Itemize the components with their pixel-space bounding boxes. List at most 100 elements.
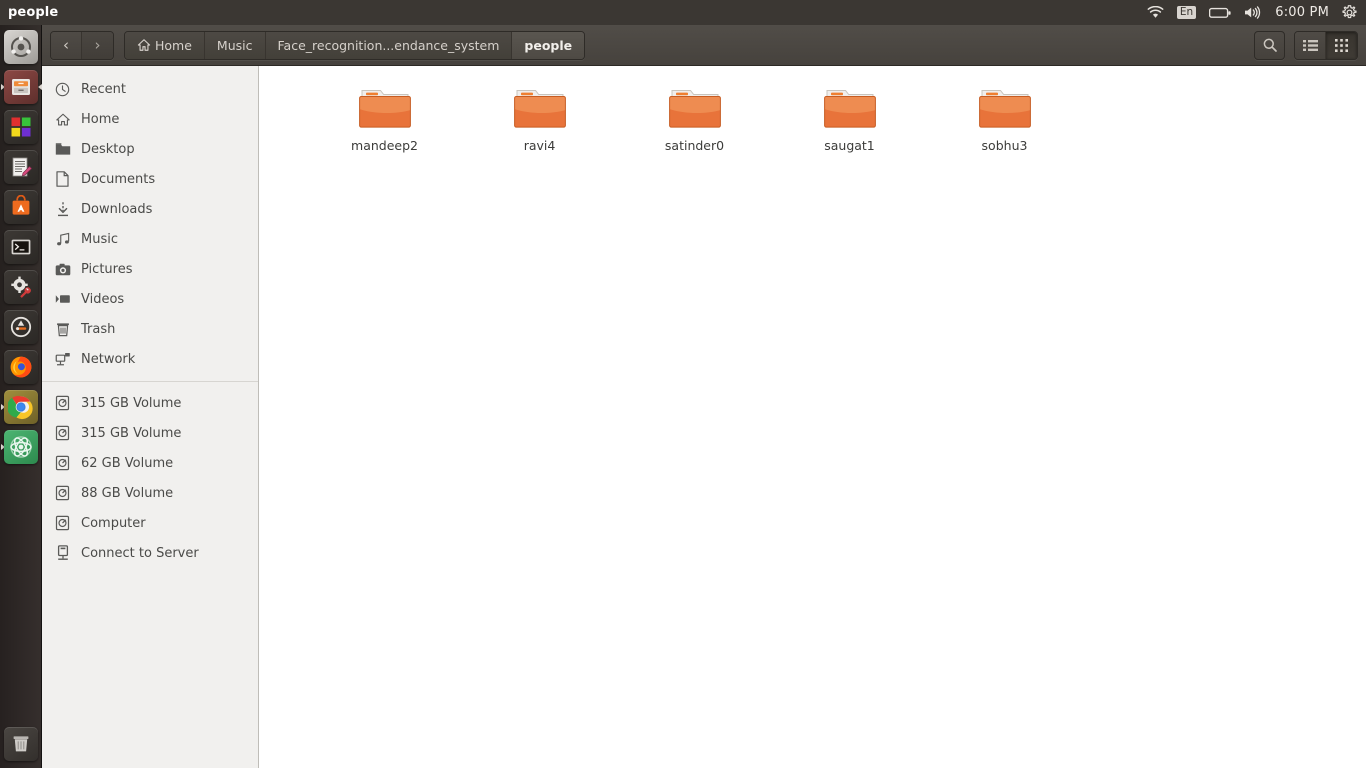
breadcrumb-label: Face_recognition...endance_system	[277, 37, 500, 53]
video-icon	[54, 291, 71, 308]
keyboard-layout-label: En	[1176, 6, 1197, 19]
sidebar-item-music[interactable]: Music	[42, 224, 258, 254]
file-list-view[interactable]: mandeep2 ravi4 satinder0 saugat1 sobhu3	[259, 66, 1366, 768]
sidebar-item-downloads[interactable]: Downloads	[42, 194, 258, 224]
forward-button[interactable]: ›	[82, 31, 113, 59]
sidebar-item-home[interactable]: Home	[42, 104, 258, 134]
sidebar-item-label: 62 GB Volume	[81, 455, 174, 471]
sidebar-item-videos[interactable]: Videos	[42, 284, 258, 314]
launcher-item-text-editor[interactable]	[0, 147, 42, 187]
folder-icon	[823, 84, 877, 132]
sidebar-item-connect-to-server[interactable]: Connect to Server	[42, 538, 258, 568]
file-cabinet-icon	[4, 70, 38, 104]
launcher-item-atom-editor[interactable]	[0, 427, 42, 467]
file-item[interactable]: mandeep2	[307, 78, 462, 153]
launcher-item-trash[interactable]	[0, 724, 42, 764]
chrome-icon	[4, 390, 38, 424]
trash-icon	[54, 321, 71, 338]
sidebar-item-label: Music	[81, 231, 118, 247]
breadcrumb-item-project[interactable]: Face_recognition...endance_system	[265, 31, 513, 59]
launcher-item-google-chrome[interactable]	[0, 387, 42, 427]
search-button[interactable]	[1254, 30, 1285, 60]
sidebar-item-volume-4[interactable]: 88 GB Volume	[42, 478, 258, 508]
breadcrumb: Home Music Face_recognition...endance_sy…	[124, 30, 586, 60]
gear-icon[interactable]	[1342, 0, 1357, 25]
file-item[interactable]: saugat1	[772, 78, 927, 153]
home-icon	[137, 39, 151, 51]
sidebar-item-label: Home	[81, 111, 120, 127]
grid-view-button[interactable]	[1326, 31, 1357, 59]
sidebar-item-computer[interactable]: Computer	[42, 508, 258, 538]
file-manager-window: ‹ › Home Music Face_recognition...endanc…	[42, 25, 1366, 768]
sidebar-item-label: Pictures	[81, 261, 133, 277]
icon-grid: mandeep2 ravi4 satinder0 saugat1 sobhu3	[307, 78, 1366, 153]
sidebar-item-volume-1[interactable]: 315 GB Volume	[42, 388, 258, 418]
top-panel: people En 6:00 PM	[0, 0, 1366, 25]
sidebar-item-network[interactable]: Network	[42, 344, 258, 374]
sidebar-item-pictures[interactable]: Pictures	[42, 254, 258, 284]
sidebar-item-label: Videos	[81, 291, 125, 307]
places-sidebar: Recent Home Desktop Documents Downloads …	[42, 66, 259, 768]
file-name-label: ravi4	[523, 138, 556, 153]
file-item[interactable]: satinder0	[617, 78, 772, 153]
colored-squares-icon	[4, 110, 38, 144]
sidebar-item-label: Network	[81, 351, 136, 367]
sidebar-item-documents[interactable]: Documents	[42, 164, 258, 194]
launcher-item-terminal[interactable]	[0, 227, 42, 267]
launcher-item-software-center-tiles[interactable]	[0, 107, 42, 147]
view-mode-toggle	[1294, 30, 1358, 60]
atom-icon	[4, 430, 38, 464]
sidebar-item-label: Recent	[81, 81, 126, 97]
list-view-button[interactable]	[1295, 31, 1326, 59]
launcher-item-system-settings[interactable]	[0, 267, 42, 307]
sidebar-item-trash[interactable]: Trash	[42, 314, 258, 344]
breadcrumb-item-music[interactable]: Music	[204, 31, 266, 59]
launcher-item-firefox[interactable]	[0, 347, 42, 387]
window-body: Recent Home Desktop Documents Downloads …	[42, 66, 1366, 768]
list-view-icon	[1302, 39, 1318, 51]
drive-icon	[54, 515, 71, 532]
drive-icon	[54, 455, 71, 472]
sidebar-item-label: 88 GB Volume	[81, 485, 174, 501]
sidebar-item-label: Desktop	[81, 141, 135, 157]
sidebar-item-volume-2[interactable]: 315 GB Volume	[42, 418, 258, 448]
document-icon	[54, 171, 71, 188]
launcher-item-ubuntu-software[interactable]	[0, 187, 42, 227]
launcher-item-software-updater[interactable]	[0, 307, 42, 347]
wifi-icon[interactable]	[1147, 0, 1164, 25]
clock[interactable]: 6:00 PM	[1275, 0, 1329, 25]
sidebar-item-recent[interactable]: Recent	[42, 74, 258, 104]
file-manager-toolbar: ‹ › Home Music Face_recognition...endanc…	[42, 25, 1366, 66]
sidebar-item-label: 315 GB Volume	[81, 395, 182, 411]
unity-launcher	[0, 25, 42, 768]
network-icon	[54, 351, 71, 368]
breadcrumb-item-home[interactable]: Home	[125, 31, 205, 59]
folder-icon	[54, 141, 71, 158]
volume-icon[interactable]	[1244, 0, 1262, 25]
file-name-label: sobhu3	[981, 138, 1028, 153]
launcher-item-files[interactable]	[0, 67, 42, 107]
back-button[interactable]: ‹	[51, 31, 82, 59]
file-name-label: satinder0	[664, 138, 725, 153]
sidebar-item-volume-3[interactable]: 62 GB Volume	[42, 448, 258, 478]
drive-icon	[54, 485, 71, 502]
breadcrumb-item-people[interactable]: people	[512, 31, 585, 59]
sidebar-item-label: Trash	[81, 321, 116, 337]
firefox-icon	[4, 350, 38, 384]
file-item[interactable]: ravi4	[462, 78, 617, 153]
breadcrumb-label: Home	[155, 37, 192, 53]
camera-icon	[54, 261, 71, 278]
battery-icon[interactable]	[1209, 0, 1231, 25]
sidebar-item-desktop[interactable]: Desktop	[42, 134, 258, 164]
breadcrumb-label: people	[524, 37, 573, 53]
home-icon	[54, 111, 71, 128]
file-item[interactable]: sobhu3	[927, 78, 1082, 153]
launcher-item-dash-home[interactable]	[0, 27, 42, 67]
grid-view-icon	[1335, 38, 1348, 52]
folder-icon	[358, 84, 412, 132]
drive-icon	[54, 395, 71, 412]
keyboard-layout-indicator[interactable]: En	[1176, 0, 1197, 25]
breadcrumb-label: Music	[216, 37, 253, 53]
file-name-label: saugat1	[824, 138, 875, 153]
system-tray: En 6:00 PM	[1147, 0, 1366, 25]
